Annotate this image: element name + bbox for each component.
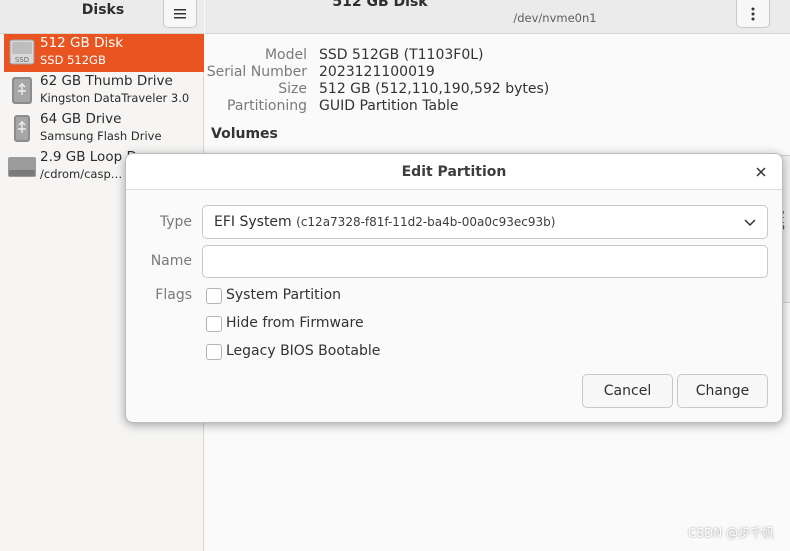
disk-menu-button[interactable] bbox=[736, 0, 770, 28]
flag-label: Hide from Firmware bbox=[226, 315, 364, 331]
type-label: Type bbox=[159, 214, 192, 230]
usb-drive-icon bbox=[14, 115, 30, 142]
type-dropdown[interactable]: EFI System (c12a7328-f81f-11d2-ba4b-00a0… bbox=[202, 205, 768, 239]
disk-item-62gb-thumb[interactable]: 62 GB Thumb Drive Kingston DataTraveler … bbox=[4, 72, 204, 110]
loop-device-icon bbox=[8, 157, 36, 177]
type-name: EFI System bbox=[214, 214, 292, 230]
serial-label: Serial Number bbox=[206, 64, 307, 80]
disk-title: 512 GB Disk bbox=[332, 0, 428, 10]
legacy-bios-bootable-checkbox[interactable] bbox=[206, 344, 222, 360]
svg-text:SSD: SSD bbox=[15, 56, 29, 64]
size-label: Size bbox=[278, 81, 307, 97]
dialog-title: Edit Partition bbox=[401, 164, 507, 180]
size-value: 512 GB (512,110,190,592 bytes) bbox=[319, 81, 550, 97]
ssd-icon: SSD bbox=[9, 39, 35, 65]
flags-label: Flags bbox=[155, 287, 192, 303]
watermark: CSDN @步千帆 bbox=[687, 526, 774, 540]
vertical-ellipsis-icon bbox=[751, 7, 755, 20]
system-partition-checkbox[interactable] bbox=[206, 288, 222, 304]
serial-value: 2023121100019 bbox=[319, 64, 435, 80]
disk-name: 2.9 GB Loop D bbox=[40, 149, 137, 165]
close-icon bbox=[756, 167, 766, 177]
type-dropdown-value: EFI System (c12a7328-f81f-11d2-ba4b-00a0… bbox=[214, 214, 555, 230]
model-value: SSD 512GB (T1103F0L) bbox=[319, 47, 484, 63]
volumes-heading: Volumes bbox=[211, 126, 278, 142]
disk-name: 62 GB Thumb Drive bbox=[40, 73, 173, 89]
model-label: Model bbox=[264, 47, 307, 63]
partitioning-label: Partitioning bbox=[227, 98, 307, 114]
disk-device-path: /dev/nvme0n1 bbox=[513, 11, 597, 25]
usb-drive-icon bbox=[12, 77, 32, 104]
type-guid: (c12a7328-f81f-11d2-ba4b-00a0c93ec93b) bbox=[296, 215, 556, 229]
partitioning-value: GUID Partition Table bbox=[319, 98, 459, 114]
partition-name-input[interactable] bbox=[202, 245, 768, 278]
flag-label: Legacy BIOS Bootable bbox=[226, 343, 381, 359]
dialog-close-button[interactable] bbox=[750, 161, 772, 183]
disk-subtitle: Samsung Flash Drive bbox=[40, 129, 162, 143]
disk-item-512gb[interactable]: SSD 512 GB Disk SSD 512GB bbox=[4, 34, 204, 72]
name-label: Name bbox=[150, 253, 192, 269]
chevron-down-icon bbox=[744, 219, 756, 227]
hide-from-firmware-checkbox[interactable] bbox=[206, 316, 222, 332]
disk-item-64gb[interactable]: 64 GB Drive Samsung Flash Drive bbox=[4, 110, 204, 148]
cancel-button[interactable]: Cancel bbox=[582, 374, 673, 408]
flag-label: System Partition bbox=[226, 287, 342, 303]
disk-subtitle: Kingston DataTraveler 3.0 bbox=[40, 91, 190, 105]
edit-partition-dialog: Edit Partition Type EFI System (c12a7328… bbox=[125, 153, 783, 423]
disk-subtitle: SSD 512GB bbox=[40, 53, 106, 67]
disk-name: 64 GB Drive bbox=[40, 111, 122, 127]
disk-name: 512 GB Disk bbox=[40, 35, 124, 51]
disk-subtitle: /cdrom/casp… bbox=[40, 167, 123, 181]
change-button[interactable]: Change bbox=[677, 374, 768, 408]
hamburger-menu-icon bbox=[174, 8, 186, 18]
